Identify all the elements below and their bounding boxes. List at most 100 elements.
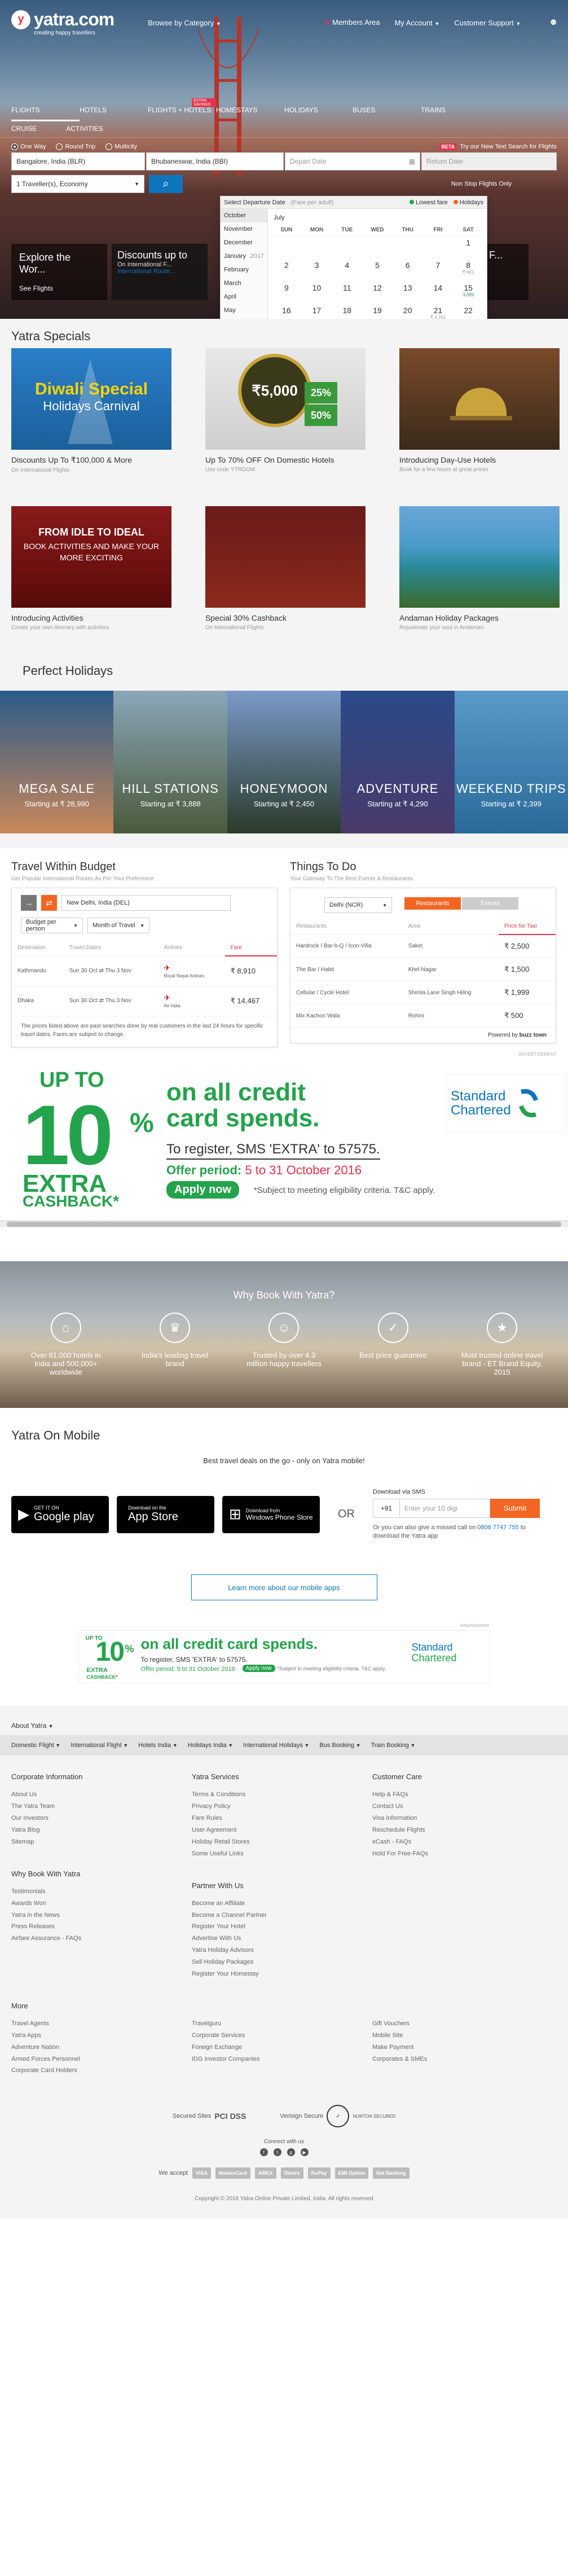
month-item[interactable]: January 2017 [221, 249, 267, 263]
special-card[interactable]: Diwali Special Holidays Carnival Discoun… [11, 348, 171, 473]
tab-cruise[interactable]: Cruise [11, 125, 37, 133]
radio-multicity[interactable]: Multicity [105, 143, 137, 151]
footer-link[interactable]: Become an Affiliate [192, 1898, 372, 1910]
apply-now-button[interactable]: Apply now [242, 1665, 275, 1673]
footer-link[interactable]: Testimonials [11, 1886, 192, 1898]
radio-one-way[interactable]: One Way [11, 143, 46, 151]
tab-hotels[interactable]: Hotels [80, 100, 148, 121]
scrollbar-thumb[interactable] [7, 1221, 561, 1227]
calendar-day[interactable]: 8 ₹ 461 [453, 261, 483, 275]
holiday-card[interactable]: HONEYMOON Starting at ₹ 2,450 [227, 691, 341, 833]
nonstop-checkbox[interactable]: Non Stop Flights Only [451, 181, 512, 187]
footer-link[interactable]: Become a Channel Partner [192, 1910, 372, 1921]
table-row[interactable]: The Bar / Habit Khel Nagar ₹ 1,500 [290, 958, 556, 981]
calendar-day[interactable]: 13 [393, 283, 423, 298]
footer-link[interactable]: Yatra Apps [11, 2030, 192, 2042]
holiday-card[interactable]: ADVENTURE Starting at ₹ 4,290 [341, 691, 455, 833]
small-sc-ad[interactable]: UP TO 10 % EXTRA CASHBACK* on all credit… [78, 1630, 490, 1684]
table-row[interactable]: Kathmandu Sun 30 Oct ⇄ Thu 3 Nov ✈ Royal Ne… [12, 956, 277, 986]
footer-link[interactable]: Sitemap [11, 1836, 192, 1848]
explore-world-card[interactable]: Explore the Wor... See Flights [11, 244, 107, 300]
phone-input[interactable]: Enter your 10 digi [400, 1498, 490, 1518]
footer-link[interactable]: About Us [11, 1789, 192, 1801]
learn-more-apps-button[interactable]: Learn more about our mobile apps [191, 1574, 377, 1601]
footer-link[interactable]: Travelguru [192, 2018, 372, 2030]
col-destination[interactable]: Destination [12, 940, 64, 956]
footer-link[interactable]: Reschedule Flights [372, 1824, 553, 1836]
plane-icon[interactable]: → [21, 895, 37, 911]
calendar-day[interactable]: 14 [423, 283, 453, 298]
calendar-day[interactable]: 3 [302, 261, 332, 275]
footer-link[interactable]: Register Your Hotel [192, 1921, 372, 1933]
footer-link[interactable]: Armed Forces Personnel [11, 2053, 192, 2065]
calendar-day[interactable]: 12 [362, 283, 393, 298]
holiday-card[interactable]: HILL STATIONS Starting at ₹ 3,888 [113, 691, 227, 833]
footer-link[interactable]: Foreign Exchange [192, 2042, 372, 2053]
calendar-day[interactable]: 5 [362, 261, 393, 275]
footer-nav-item[interactable]: Bus Booking ▼ [319, 1742, 360, 1749]
special-card[interactable]: Special 30% Cashback On International Fl… [205, 506, 366, 631]
footer-link[interactable]: Help & FAQs [372, 1789, 553, 1801]
table-row[interactable]: Cellular / Cycle Hotel Shimla Lane Singh … [290, 981, 556, 1004]
month-select[interactable]: Month of Travel ▼ [87, 918, 149, 933]
table-row[interactable]: Mix Kachori Wala Rohini ₹ 500 [290, 1004, 556, 1028]
android-icon[interactable]: ⚉ [550, 18, 557, 27]
yatra-logo[interactable]: y yatra.com creating happy travellers [11, 9, 115, 36]
footer-nav-item[interactable]: Holidays India ▼ [188, 1742, 234, 1749]
footer-link[interactable]: User Agreement [192, 1824, 372, 1836]
special-card[interactable]: Introducing Day-Use Hotels Book for a fe… [399, 348, 560, 473]
col-restaurants[interactable]: Restaurants [290, 919, 403, 935]
calendar-day[interactable]: 1 [453, 238, 483, 253]
international-discount-card[interactable]: Discounts up to On International F... In… [112, 244, 208, 300]
footer-link[interactable]: Corporates & SMEs [372, 2053, 553, 2065]
footer-link[interactable]: Contact Us [372, 1801, 553, 1813]
footer-link[interactable]: The Yatra Team [11, 1801, 192, 1813]
table-row[interactable]: Dhaka Sun 30 Oct ⇄ Thu 3 Nov ✈ Air India ₹ 1… [12, 986, 277, 1016]
footer-link[interactable]: Airfare Assurance - FAQs [11, 1933, 192, 1945]
app-store-badge[interactable]: Download on the App Store [117, 1495, 214, 1533]
footer-link[interactable]: IDG Investor Companies [192, 2053, 372, 2065]
calendar-day[interactable]: 18 [332, 306, 362, 319]
depart-date-input[interactable]: Depart Date ▦ [285, 152, 420, 171]
members-area-link[interactable]: ♛ Members Area [324, 18, 380, 27]
footer-link[interactable]: Visa Information [372, 1813, 553, 1824]
about-yatra-toggle[interactable]: About Yatra ▼ [0, 1706, 568, 1735]
footer-link[interactable]: Adventure Nation [11, 2042, 192, 2053]
origin-input[interactable]: Bangalore, India (BLR) [11, 152, 145, 171]
destination-input[interactable]: Bhubaneswar, India (BBI) [146, 152, 284, 171]
footer-nav-item[interactable]: International Holidays ▼ [243, 1742, 309, 1749]
month-item[interactable]: December [221, 236, 267, 249]
footer-link[interactable]: Yatra in the News [11, 1910, 192, 1921]
month-item[interactable]: May [221, 304, 267, 317]
footer-nav-item[interactable]: International Flight ▼ [71, 1742, 128, 1749]
customer-support-menu[interactable]: Customer Support ▼ [454, 19, 521, 27]
tab-activities[interactable]: Activities [66, 125, 103, 133]
special-card[interactable]: Andaman Holiday Packages Rejuvenate your… [399, 506, 560, 631]
from-city-input[interactable]: New Delhi, India (DEL) [61, 895, 231, 911]
return-date-input[interactable]: Return Date [421, 152, 557, 171]
col-fare[interactable]: Fare [224, 940, 277, 956]
special-card[interactable]: ₹5,000 25% 50% Up To 70% OFF On Domestic… [205, 348, 366, 473]
footer-link[interactable]: Fare Rules [192, 1813, 372, 1824]
col-area[interactable]: Area [402, 919, 499, 935]
standard-chartered-ad[interactable]: UP TO 10 % EXTRA CASHBACK* on all credit… [0, 1056, 568, 1221]
footer-link[interactable]: Gift Vouchers [372, 2018, 553, 2030]
tab-flights-hotels[interactable]: Flights + Hotels EXTRA SAVINGS [148, 98, 216, 121]
twitter-icon[interactable]: t [273, 2148, 281, 2157]
footer-link[interactable]: Hold For Free-FAQs [372, 1848, 553, 1860]
tab-restaurants[interactable]: Restaurants [404, 897, 461, 910]
footer-nav-item[interactable]: Domestic Flight ▼ [11, 1742, 60, 1749]
calendar-day[interactable]: 15 3,099 [453, 283, 483, 298]
apply-now-button[interactable]: Apply now [166, 1181, 240, 1199]
footer-link[interactable]: Travel Agents [11, 2018, 192, 2030]
col-airlines[interactable]: Airlines [158, 940, 225, 956]
calendar-day[interactable]: 20 [393, 306, 423, 319]
city-select[interactable]: Delhi (NCR) ▼ [324, 897, 392, 913]
calendar-day[interactable]: 16 [271, 306, 302, 319]
calendar-day[interactable]: 19 [362, 306, 393, 319]
footer-link[interactable]: Some Useful Links [192, 1848, 372, 1860]
footer-link[interactable]: Privacy Policy [192, 1801, 372, 1813]
month-item[interactable]: October [221, 209, 267, 222]
holiday-card[interactable]: MEGA SALE Starting at ₹ 28,990 [0, 691, 114, 833]
footer-link[interactable]: eCash - FAQs [372, 1836, 553, 1848]
